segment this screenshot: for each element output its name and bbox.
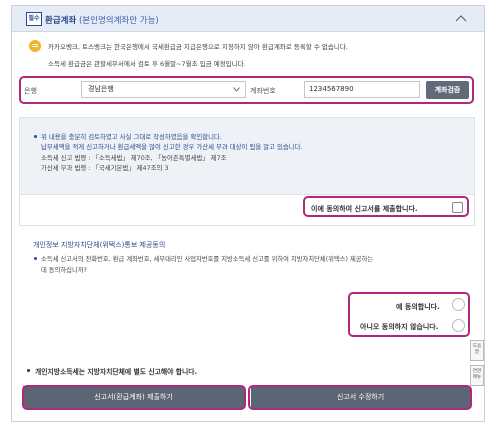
section-title-bold: 환급계좌	[45, 16, 77, 26]
bullet-icon	[34, 135, 37, 138]
edit-highlight	[248, 385, 472, 410]
section-header[interactable]: 필수 환급계좌 (본인명의계좌만 가능)	[12, 6, 484, 32]
bullet-icon	[34, 257, 37, 260]
bank-select-value: 경남은행	[88, 85, 114, 93]
consent-line-4: 가산세 부과 법령 : 「국세기본법」 제47조의 3	[41, 164, 169, 172]
bank-select[interactable]: 경남은행	[81, 81, 246, 98]
info-line-2: 소득세 환급금은 관할세무서에서 검토 후 6월말~7월초 입금 예정입니다.	[48, 60, 246, 68]
consent-line-1: 위 내용을 충분히 검토하였고 사실 그대로 작성하였음을 확인합니다.	[41, 133, 222, 141]
privacy-line-1: 소득세 신고서의 전화번호, 환급 계좌번호, 세무대리인 사업자번호를 지방소…	[41, 256, 374, 263]
section-title: 환급계좌 (본인명의계좌만 가능)	[45, 14, 159, 26]
privacy-yes-label: 예 동의합니다.	[396, 303, 440, 311]
local-tax-notice: 개인지방소득세는 지방자치단체에 별도 신고해야 합니다.	[35, 368, 198, 376]
consent-line-3: 소득세 신고 법령 : 「소득세법」 제70조, 「농어촌특별세법」 제7조	[41, 154, 227, 162]
consent-line-2: 납부세액을 적게 신고하거나 환급세액을 많이 신고한 경우 가산세 부과 대상…	[41, 143, 303, 151]
chevron-up-icon[interactable]	[455, 14, 467, 24]
verify-account-button[interactable]: 계좌검증	[426, 81, 469, 99]
section-title-suffix: (본인명의계좌만 가능)	[78, 16, 159, 26]
info-line-1: 카카오뱅크, 토스뱅크는 한국은행에서 국세환급금 지급은행으로 지정하지 않아…	[48, 43, 348, 51]
agree-checkbox[interactable]	[452, 202, 463, 213]
account-number-label: 계좌번호	[250, 87, 276, 95]
related-menu-button[interactable]: 연관메뉴	[470, 365, 484, 386]
submit-highlight	[22, 385, 246, 410]
required-badge: 필수	[26, 12, 42, 26]
account-number-input[interactable]: 1234567890	[304, 81, 420, 98]
bullet-icon	[27, 369, 30, 372]
info-icon	[29, 40, 41, 52]
chevron-down-icon	[233, 87, 240, 92]
privacy-line-2: 데 동의하십니까?	[41, 267, 87, 274]
privacy-yes-radio[interactable]	[452, 298, 465, 311]
agree-label: 이에 동의하여 신고서를 제출합니다.	[311, 205, 418, 213]
privacy-consent-title: 개인정보 지방자치단체(위택스)통보 제공동의	[33, 241, 166, 249]
privacy-no-label: 아니오 동의하지 않습니다.	[360, 323, 439, 331]
privacy-no-radio[interactable]	[452, 319, 465, 332]
bank-label: 은행	[24, 87, 37, 95]
help-button[interactable]: 도움말	[470, 340, 484, 361]
